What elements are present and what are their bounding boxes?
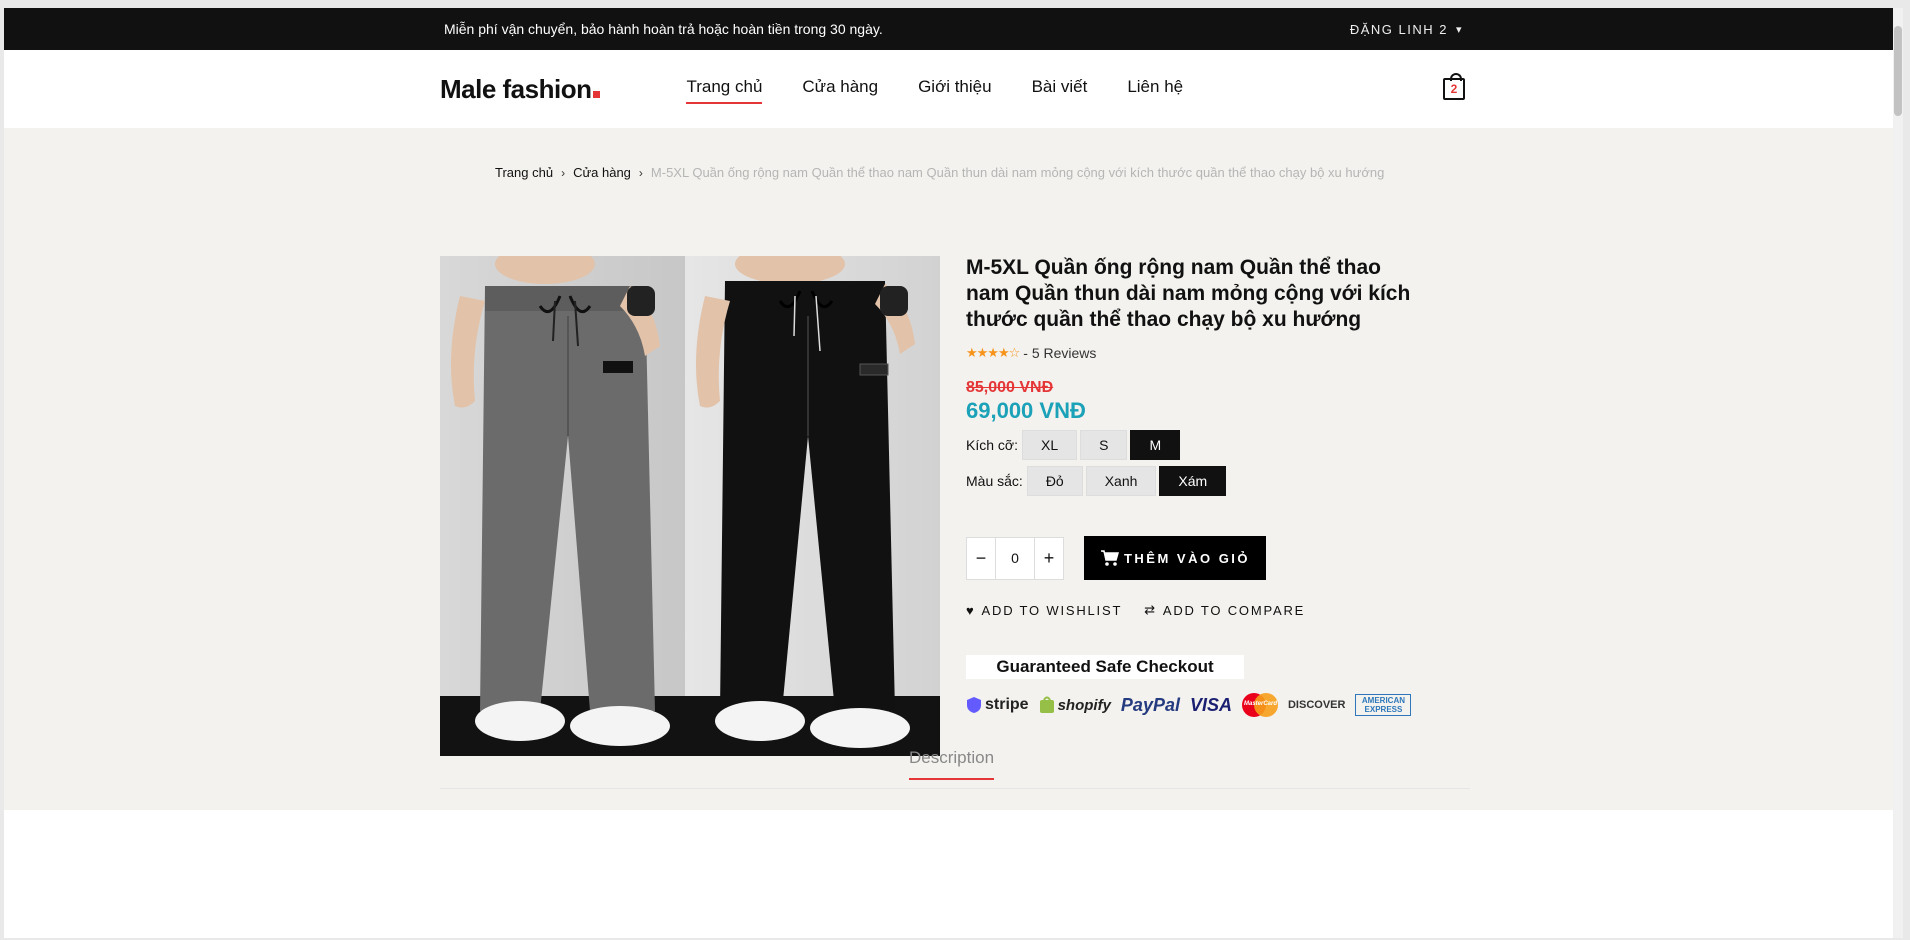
compare-label: ADD TO COMPARE	[1162, 602, 1306, 618]
mastercard-logo: MasterCard	[1241, 693, 1278, 717]
sale-price: 69,000 VNĐ	[966, 398, 1086, 423]
size-label: Kích cỡ:	[966, 437, 1018, 453]
old-price: 85,000 VNĐ	[966, 379, 1054, 396]
secondary-actions: ♥ ADD TO WISHLIST ⇄ ADD TO COMPARE	[966, 602, 1426, 618]
safe-checkout-heading: Guaranteed Safe Checkout	[966, 655, 1244, 679]
chevron-right-icon: ›	[638, 165, 643, 180]
breadcrumb: Trang chủ › Cửa hàng › M-5XL Quần ống rộ…	[495, 165, 1384, 180]
visa-logo: VISA	[1189, 694, 1232, 715]
site-header: Male fashion Trang chủ Cửa hàng Giới thi…	[4, 50, 1903, 128]
cart-icon[interactable]: 2	[1443, 73, 1465, 100]
logo[interactable]: Male fashion	[440, 73, 601, 105]
add-to-cart-button[interactable]: THÊM VÀO GIỎ	[1084, 536, 1266, 580]
scrollbar-thumb[interactable]	[1894, 26, 1902, 116]
color-options: Màu sắc: Đỏ Xanh Xám	[966, 466, 1426, 496]
heart-icon: ♥	[966, 602, 976, 618]
payment-logos: stripe shopify PayPal VISA MasterCard DI…	[966, 693, 1426, 717]
increase-button[interactable]: +	[1035, 538, 1063, 579]
purchase-row: − 0 + THÊM VÀO GIỎ	[966, 536, 1426, 580]
size-option-s[interactable]: S	[1080, 430, 1128, 460]
nav-contact[interactable]: Liên hệ	[1127, 77, 1183, 101]
product-title: M-5XL Quần ống rộng nam Quần thể thao na…	[966, 256, 1411, 331]
chevron-right-icon: ›	[561, 165, 566, 180]
size-options: Kích cỡ: XL S M	[966, 430, 1426, 460]
chevron-down-icon: ▾	[1455, 23, 1463, 36]
color-option-blue[interactable]: Xanh	[1085, 466, 1157, 496]
size-option-xl[interactable]: XL	[1021, 430, 1078, 460]
paypal-logo: PayPal	[1120, 694, 1180, 715]
shipping-notice: Miễn phí vận chuyển, bảo hành hoàn trả h…	[444, 21, 883, 37]
quantity-input[interactable]: 0	[995, 537, 1035, 579]
color-option-gray[interactable]: Xám	[1159, 466, 1227, 496]
nav-shop[interactable]: Cửa hàng	[802, 77, 878, 101]
page-scrollbar[interactable]	[1893, 8, 1903, 938]
add-to-wishlist-link[interactable]: ♥ ADD TO WISHLIST	[966, 602, 1122, 618]
color-option-red[interactable]: Đỏ	[1026, 466, 1083, 496]
tab-description[interactable]: Description	[909, 748, 995, 780]
pants-illustration	[440, 256, 940, 756]
browser-viewport: Miễn phí vận chuyển, bảo hành hoàn trả h…	[4, 8, 1903, 938]
product-tabs: Description	[440, 748, 1470, 789]
product-info: M-5XL Quần ống rộng nam Quần thể thao na…	[966, 255, 1426, 717]
logo-dot	[593, 90, 601, 98]
decrease-button[interactable]: −	[967, 538, 995, 579]
top-announcement-bar: Miễn phí vận chuyển, bảo hành hoàn trả h…	[4, 8, 1903, 50]
cart-count: 2	[1450, 82, 1458, 96]
color-label: Màu sắc:	[966, 473, 1023, 489]
discover-logo: DISCOVER	[1287, 699, 1346, 711]
stripe-logo: stripe	[966, 696, 1029, 714]
wishlist-label: ADD TO WISHLIST	[981, 602, 1123, 618]
breadcrumb-home[interactable]: Trang chủ	[495, 165, 553, 180]
product-rating: ★★★★☆ - 5 Reviews	[966, 345, 1426, 361]
product-image[interactable]	[440, 256, 940, 756]
product-section: Trang chủ › Cửa hàng › M-5XL Quần ống rộ…	[4, 128, 1903, 810]
compare-arrows-icon: ⇄	[1144, 602, 1157, 617]
logo-text: Male fashion	[440, 73, 592, 104]
nav-home[interactable]: Trang chủ	[686, 77, 762, 104]
main-nav: Trang chủ Cửa hàng Giới thiệu Bài viết L…	[686, 77, 1183, 104]
shopify-logo: shopify	[1039, 696, 1111, 714]
reviews-link[interactable]: - 5 Reviews	[1023, 345, 1096, 361]
account-menu[interactable]: ĐẶNG LINH 2 ▾	[1350, 22, 1463, 37]
breadcrumb-shop[interactable]: Cửa hàng	[573, 165, 631, 180]
amex-logo: AMERICAN EXPRESS	[1355, 694, 1412, 716]
cart-icon	[1100, 550, 1119, 566]
breadcrumb-current: M-5XL Quần ống rộng nam Quần thể thao na…	[650, 165, 1385, 180]
nav-blog[interactable]: Bài viết	[1032, 77, 1088, 101]
size-option-m[interactable]: M	[1130, 430, 1181, 460]
quantity-stepper: − 0 +	[966, 536, 1064, 580]
account-name: ĐẶNG LINH 2	[1349, 21, 1448, 37]
add-to-cart-label: THÊM VÀO GIỎ	[1123, 550, 1251, 566]
nav-about[interactable]: Giới thiệu	[918, 77, 992, 101]
star-rating-icon: ★★★★☆	[966, 345, 1020, 360]
add-to-compare-link[interactable]: ⇄ ADD TO COMPARE	[1144, 602, 1305, 618]
